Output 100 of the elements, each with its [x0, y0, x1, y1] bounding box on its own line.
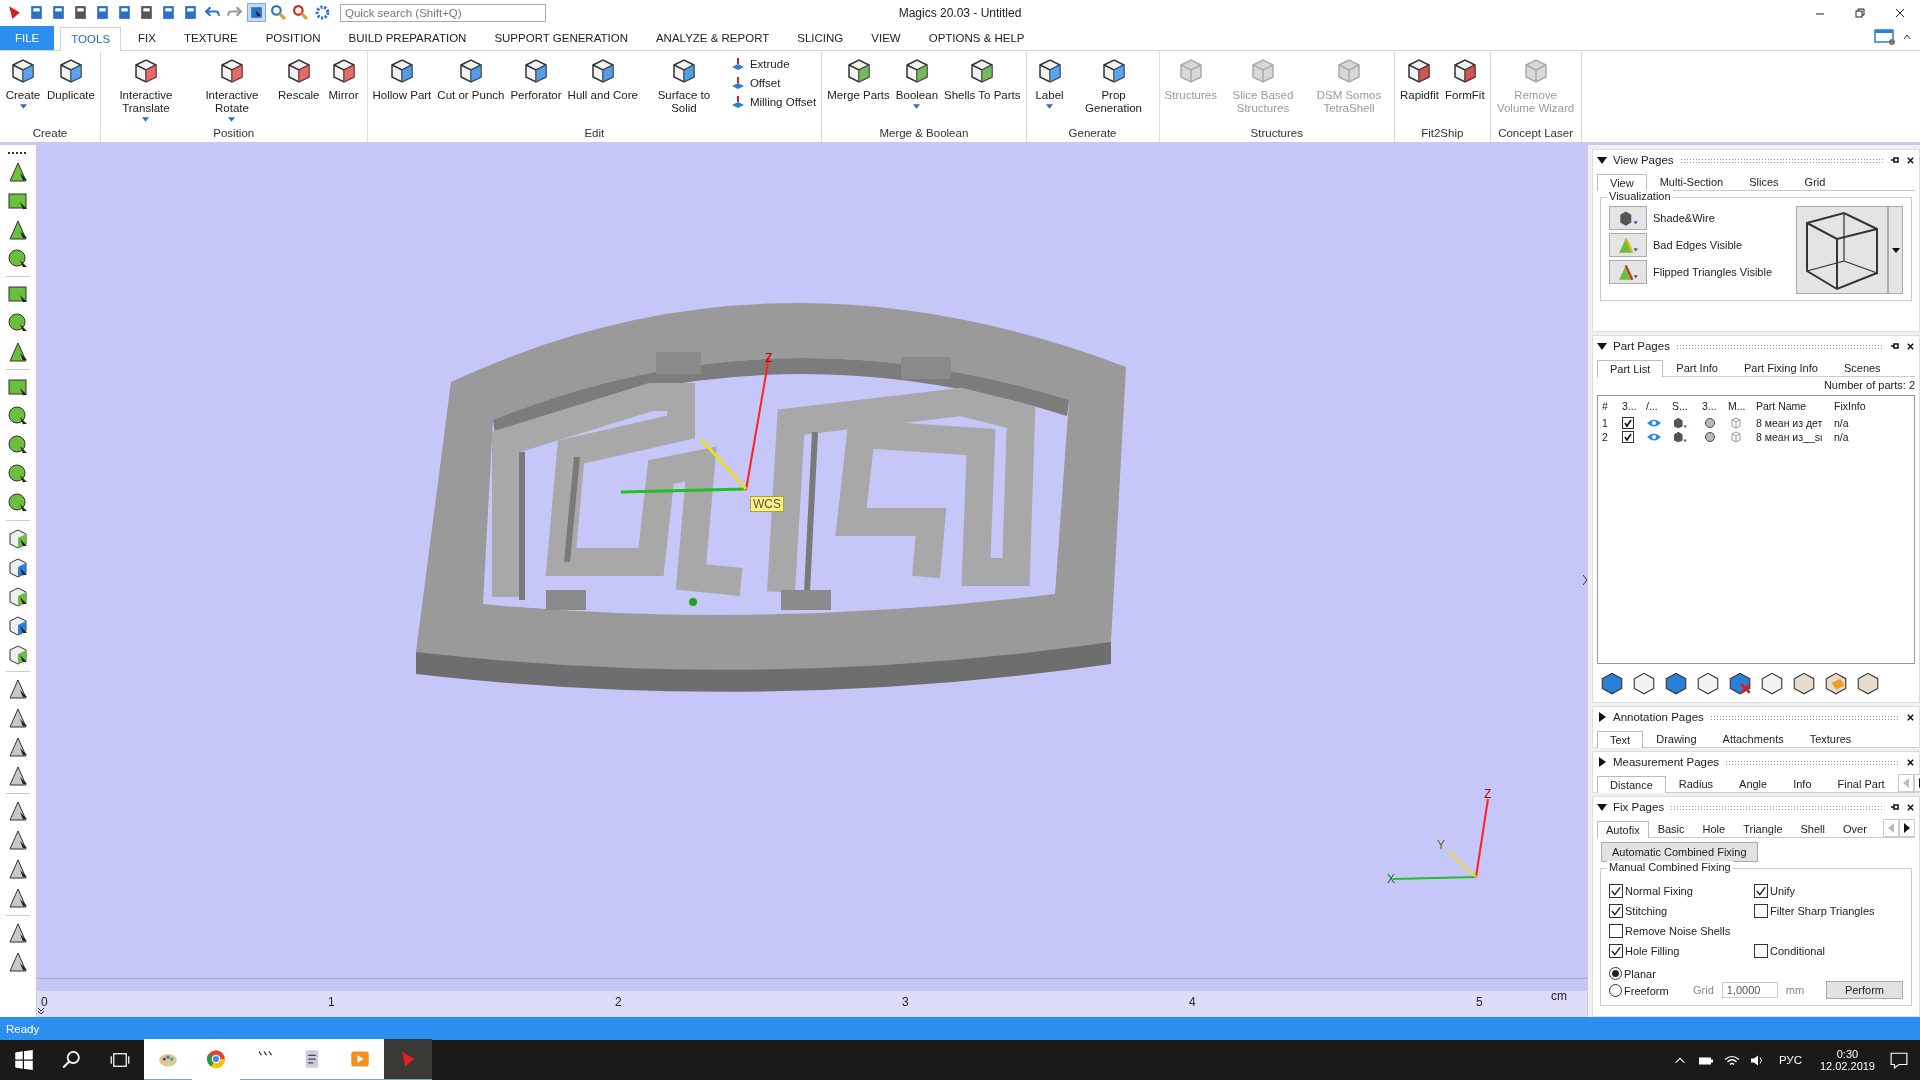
- notification-icon[interactable]: [1890, 1051, 1908, 1069]
- triangle-tool-icon[interactable]: [6, 921, 30, 946]
- ribbon-tab[interactable]: POSITION: [254, 25, 332, 50]
- panel-tab[interactable]: Part Fixing Info: [1730, 359, 1831, 377]
- eye-icon[interactable]: [1646, 432, 1662, 443]
- triangle-tool-icon[interactable]: [6, 799, 30, 824]
- panel-tab[interactable]: Drawing: [1643, 730, 1710, 748]
- ribbon-tab[interactable]: BUILD PREPARATION: [337, 25, 478, 50]
- ribbon-button[interactable]: Rapidfit: [1397, 52, 1441, 104]
- ribbon-button[interactable]: Interactive Translate: [103, 52, 188, 124]
- panel-tab[interactable]: Final Part: [1824, 775, 1898, 793]
- toolbar-file-icon[interactable]: [72, 4, 89, 22]
- column-header[interactable]: S...: [1672, 400, 1702, 413]
- panel-tab[interactable]: Textures: [1796, 730, 1865, 748]
- column-header[interactable]: 3...: [1622, 400, 1646, 413]
- panel-tab[interactable]: Part Info: [1663, 359, 1731, 377]
- triangle-tool-icon[interactable]: [6, 828, 30, 853]
- ribbon-button[interactable]: Surface to Solid: [641, 52, 726, 117]
- ribbon-button[interactable]: Duplicate: [45, 52, 97, 104]
- pin-icon[interactable]: [1890, 802, 1900, 813]
- expander-icon[interactable]: [1597, 757, 1607, 768]
- quick-search-field[interactable]: Quick search (Shift+Q): [340, 3, 546, 22]
- pin-icon[interactable]: [1890, 341, 1900, 352]
- clock-date[interactable]: 12.02.2019: [1819, 1060, 1875, 1072]
- triangle-tool-icon[interactable]: [6, 764, 30, 789]
- ribbon-button[interactable]: Shells To Parts: [942, 52, 1023, 104]
- render-mode-button[interactable]: [1609, 206, 1647, 231]
- ribbon-tab[interactable]: SLICING: [786, 25, 855, 50]
- app-logo-icon[interactable]: [384, 1039, 432, 1080]
- toolbar-file-icon[interactable]: [28, 4, 45, 22]
- expander-icon[interactable]: [1597, 341, 1607, 352]
- radio-button[interactable]: [1609, 967, 1622, 981]
- ribbon-small-button[interactable]: Extrude: [727, 54, 819, 73]
- triangle-tool-icon[interactable]: [6, 950, 30, 975]
- column-header[interactable]: #: [1598, 400, 1622, 413]
- panel-tab[interactable]: Over: [1834, 820, 1876, 838]
- column-header[interactable]: FixInfo: [1834, 400, 1884, 413]
- splitter-handle-icon[interactable]: [1583, 575, 1587, 586]
- expander-icon[interactable]: [1597, 712, 1607, 723]
- toolbar-file-icon[interactable]: [116, 4, 133, 22]
- checkbox[interactable]: [1622, 417, 1634, 430]
- ribbon-tab[interactable]: VIEW: [860, 25, 912, 50]
- ribbon-button[interactable]: Hull and Core: [565, 52, 640, 104]
- panel-tab[interactable]: Basic: [1648, 820, 1694, 838]
- checkbox[interactable]: [1754, 884, 1768, 899]
- ribbon-tab[interactable]: OPTIONS & HELP: [917, 25, 1036, 50]
- ribbon-small-button[interactable]: Milling Offset: [727, 92, 819, 111]
- radio-button[interactable]: [1609, 984, 1622, 998]
- toolbar-file-icon[interactable]: [138, 4, 155, 22]
- toolbar-file-icon[interactable]: [160, 4, 177, 22]
- panel-tab[interactable]: Multi-Section: [1646, 173, 1737, 191]
- scroll-down-icon[interactable]: [37, 1007, 45, 1016]
- ribbon-small-button[interactable]: Offset: [727, 73, 819, 92]
- checkbox[interactable]: [1754, 944, 1768, 959]
- close-icon[interactable]: [1906, 341, 1915, 351]
- ribbon-button[interactable]: Create: [3, 52, 43, 111]
- ribbon-button[interactable]: Mirror: [323, 52, 364, 104]
- toolbar-file-icon[interactable]: [50, 4, 67, 22]
- close-icon[interactable]: [1906, 712, 1915, 722]
- panel-tab[interactable]: Text: [1597, 731, 1644, 749]
- ribbon-button[interactable]: Perforator: [508, 52, 564, 104]
- expander-icon[interactable]: [1597, 802, 1607, 813]
- expander-icon[interactable]: [1597, 155, 1607, 166]
- ribbon-button[interactable]: Rescale: [275, 52, 322, 104]
- checkbox[interactable]: [1754, 904, 1768, 919]
- checkbox[interactable]: [1609, 924, 1623, 939]
- ribbon-button[interactable]: Boolean: [893, 52, 941, 111]
- column-header[interactable]: Part Name: [1756, 400, 1834, 413]
- panel-tab[interactable]: Distance: [1597, 776, 1666, 794]
- eye-icon[interactable]: [1646, 418, 1662, 429]
- view-cube-button[interactable]: [1796, 206, 1888, 295]
- panel-tab[interactable]: Info: [1780, 775, 1825, 793]
- checkbox[interactable]: [1622, 431, 1634, 444]
- ribbon-button[interactable]: Hollow Part: [370, 52, 434, 104]
- panel-tab[interactable]: Scenes: [1830, 359, 1894, 377]
- panel-tab[interactable]: Shell: [1791, 820, 1834, 838]
- settings-icon[interactable]: [314, 4, 331, 22]
- column-header[interactable]: /...: [1646, 400, 1672, 413]
- language-indicator[interactable]: РУС: [1778, 1054, 1802, 1066]
- color-circle-icon[interactable]: [1702, 431, 1718, 444]
- panel-tab[interactable]: Angle: [1726, 775, 1781, 793]
- checkbox[interactable]: [1609, 904, 1623, 919]
- checkbox[interactable]: [1609, 944, 1623, 959]
- scroll-right-button[interactable]: [1899, 819, 1915, 838]
- wifi-icon[interactable]: [1723, 1053, 1740, 1067]
- window-settings-icon[interactable]: [1874, 27, 1896, 46]
- close-icon[interactable]: [1906, 155, 1915, 165]
- ribbon-tab[interactable]: TOOLS: [60, 26, 122, 51]
- triangle-tool-icon[interactable]: [6, 735, 30, 760]
- ribbon-button[interactable]: Cut or Punch: [435, 52, 507, 104]
- ribbon-button[interactable]: FormFit: [1442, 52, 1487, 104]
- ribbon-button[interactable]: Interactive Rotate: [189, 52, 274, 124]
- perform-button[interactable]: Perform: [1825, 981, 1903, 1000]
- panel-tab[interactable]: View: [1597, 174, 1647, 192]
- player-app-icon[interactable]: [336, 1039, 384, 1080]
- panel-tab[interactable]: Triangle: [1734, 820, 1792, 838]
- color-circle-icon[interactable]: [1702, 417, 1718, 430]
- grid-field[interactable]: 1,0000: [1721, 982, 1778, 999]
- triangle-tool-icon[interactable]: [6, 886, 30, 911]
- panel-tab[interactable]: Attachments: [1709, 730, 1797, 748]
